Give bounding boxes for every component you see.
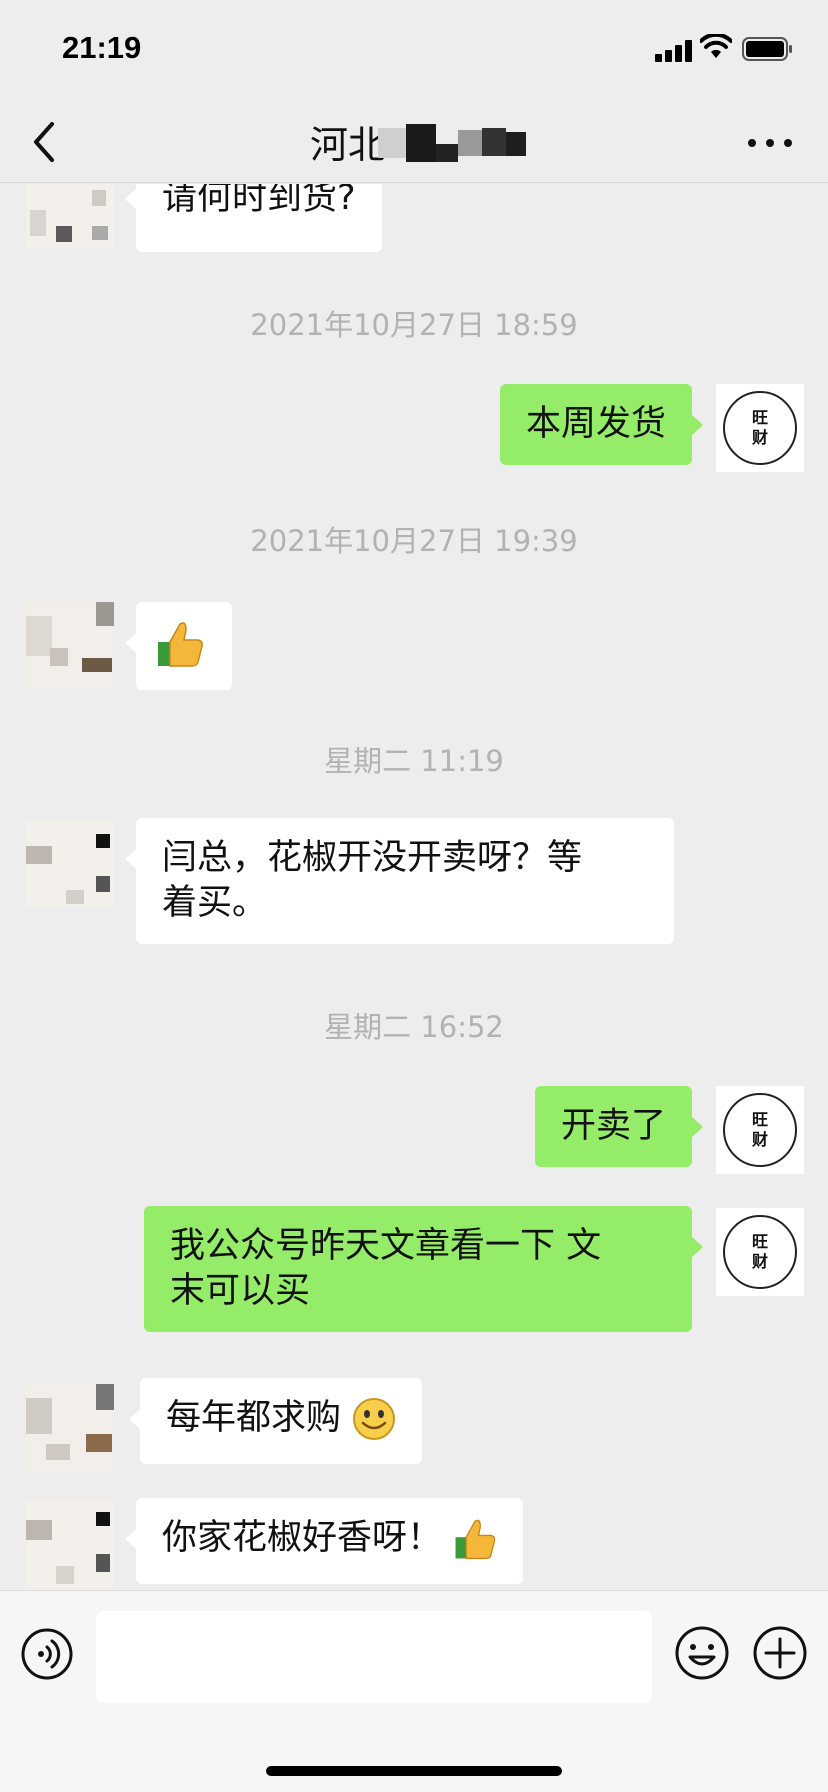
message-text: 末可以买 [170,1271,311,1311]
battery-icon [742,37,792,61]
status-bar: 21:19 [0,0,828,100]
message-timestamp: 星期二 16:52 [324,1010,504,1044]
message-timestamp: 2021年10月27日 19:39 [250,524,578,558]
message-bubble-outgoing[interactable]: 我公众号昨天文章看一下 文 末可以买 [144,1206,703,1332]
voice-icon[interactable] [20,1627,74,1681]
contact-avatar[interactable] [26,820,114,908]
emoji-icon[interactable] [674,1625,730,1681]
smile-emoji-icon [353,1398,396,1440]
chat-area[interactable]: 请何时到货? 2021年10月27日 18:59 本周发货 旺财 2021年10… [0,184,828,1590]
message-input[interactable] [96,1611,652,1703]
message-bubble-outgoing[interactable]: 开卖了 [534,1086,704,1167]
nav-bar: 河北 [0,100,828,183]
contact-avatar[interactable] [26,1384,114,1472]
message-bubble-outgoing[interactable]: 本周发货 [499,384,704,465]
plus-icon[interactable] [752,1625,808,1681]
self-avatar[interactable]: 旺财 [716,384,804,472]
message-text: 开卖了 [560,1106,666,1146]
contact-avatar[interactable] [26,602,114,690]
signal-icon [655,38,695,62]
message-text: 你家花椒好香呀！ [162,1518,443,1558]
chevron-left-icon[interactable] [28,118,62,166]
thumbs-up-icon [455,1519,496,1560]
message-timestamp: 星期二 11:19 [324,744,504,778]
message-bubble-incoming[interactable]: 闫总，花椒开没开卖呀？等 着买。 [125,818,674,944]
contact-avatar[interactable] [26,1500,114,1588]
message-bubble-incoming[interactable]: 你家花椒好香呀！ [124,1498,524,1584]
status-time: 21:19 [62,30,142,65]
chat-title: 河北 [310,123,387,167]
message-text: 每年都求购 [166,1398,342,1438]
message-text: 本周发货 [525,404,666,444]
home-indicator[interactable] [266,1766,562,1776]
contact-avatar[interactable] [26,184,114,248]
message-timestamp: 2021年10月27日 18:59 [250,308,578,342]
self-avatar[interactable]: 旺财 [716,1086,804,1174]
message-text: 闫总，花椒开没开卖呀？等 [162,838,583,878]
thumbs-up-icon [158,622,203,667]
input-bar [0,1590,828,1792]
redacted-title-mosaic [378,124,526,162]
more-icon[interactable] [740,120,800,164]
message-bubble-incoming[interactable]: 请何时到货? [125,184,382,252]
message-text: 请何时到货? [162,184,356,218]
message-text: 我公众号昨天文章看一下 文 [170,1226,602,1266]
message-bubble-incoming[interactable]: 每年都求购 [128,1378,423,1464]
self-avatar[interactable]: 旺财 [716,1208,804,1296]
wifi-icon [700,34,732,58]
message-text: 着买。 [162,883,268,923]
message-bubble-incoming[interactable] [125,602,232,690]
